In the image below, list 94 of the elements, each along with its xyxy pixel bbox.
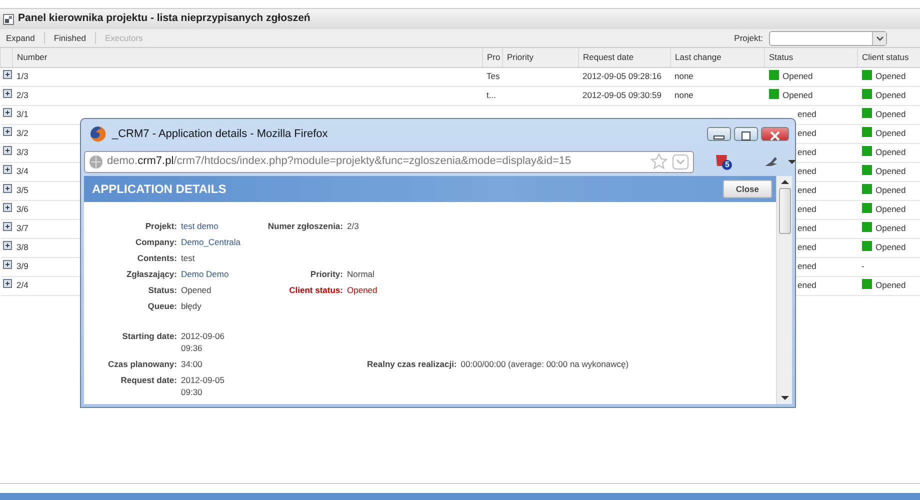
table-cell: none	[670, 86, 764, 105]
status-text: Opened	[876, 185, 906, 196]
maximize-icon	[740, 131, 752, 142]
expand-icon	[2, 89, 12, 98]
field-link[interactable]: Demo_Centrala	[181, 236, 241, 248]
status-text: Opened	[876, 242, 906, 252]
expand-icon	[2, 184, 12, 194]
column-header: Request date	[578, 48, 670, 67]
status-text: -	[862, 261, 864, 272]
status-text: Opened	[782, 71, 813, 82]
scrollbar[interactable]	[776, 176, 792, 404]
table-cell: 1/3	[12, 67, 482, 86]
field-label: Company:	[134, 236, 177, 248]
project-label: Projekt:	[734, 32, 763, 44]
status-text: Opened	[876, 109, 906, 120]
field-value: Opened	[347, 284, 378, 296]
field-label: Starting date:	[121, 330, 177, 342]
expand-icon	[2, 260, 12, 270]
expand-icon	[2, 146, 12, 156]
status-text: Opened	[782, 90, 813, 100]
status-text: Opened	[876, 71, 906, 82]
expand-icon	[2, 108, 12, 118]
status-text: ened	[798, 204, 816, 214]
expand-icon	[2, 70, 12, 80]
close-icon	[769, 131, 781, 142]
status-text: Opened	[876, 223, 906, 234]
field-label: Queue:	[146, 300, 177, 312]
address-bar[interactable]: demo.crm7.pl/crm7/htdocs/index.php?module=projekty&func=zgloszenia&mode=display&id=15	[84, 150, 694, 172]
toolbar-button[interactable]: Expand	[3, 32, 38, 44]
field-value: 2012-09-06 09:36	[181, 330, 226, 354]
status-text: ened	[798, 223, 816, 234]
browser-logo-icon	[90, 126, 106, 142]
column-header: Last change	[670, 48, 764, 67]
scroll-down-icon	[780, 394, 790, 402]
status-text: ened	[798, 109, 816, 120]
section-title: APPLICATION DETAILS	[92, 181, 226, 198]
column-header: Number	[12, 48, 482, 67]
panel-title: Panel kierownika projektu - lista nieprzypisanych zgłoszeń	[18, 11, 310, 26]
column-header: Priority	[502, 48, 578, 67]
table-cell: t...	[482, 86, 502, 105]
column-header: Status	[764, 48, 858, 67]
expand-icon	[2, 279, 12, 288]
maximize-button[interactable]	[734, 127, 758, 141]
field-label: Status:	[147, 284, 177, 296]
status-text: Opened	[876, 204, 906, 214]
close-button[interactable]: Close	[722, 180, 772, 198]
field-link[interactable]: test demo	[181, 220, 218, 232]
field-label: Projekt:	[144, 220, 177, 232]
pocket-icon	[672, 154, 689, 170]
field-value: Opened	[181, 284, 212, 296]
scroll-up-icon	[780, 178, 790, 186]
status-text: ened	[798, 166, 816, 176]
column-header: Client status	[858, 48, 920, 67]
field-label: Czas planowany:	[107, 358, 177, 370]
field-value: błędy	[181, 300, 202, 312]
field-value: 2/3	[347, 220, 360, 232]
table-cell: 2/3	[12, 86, 482, 105]
status-text: ened	[798, 128, 816, 138]
expand-icon	[2, 127, 12, 136]
minimize-button[interactable]	[707, 127, 731, 141]
status-text: ened	[798, 261, 816, 272]
window-title: _CRM7 - Application details - Mozilla Firefox	[112, 126, 328, 142]
table-cell: none	[670, 67, 764, 86]
toolbar-button[interactable]: Finished	[50, 32, 89, 44]
expand-icon	[2, 222, 12, 232]
addon-count: 5	[725, 159, 730, 171]
status-text: Opened	[876, 128, 906, 138]
expand-icon	[2, 241, 12, 250]
column-header: Pro	[482, 48, 502, 67]
table-cell: 2012-09-05 09:30:59	[578, 86, 670, 105]
status-text: ened	[798, 242, 816, 252]
field-label: Request date:	[120, 374, 177, 386]
table-cell: 2012-09-05 09:28:16	[578, 67, 670, 86]
globe-icon	[89, 154, 103, 168]
panel-icon	[3, 14, 14, 24]
field-value: 34:00	[181, 358, 204, 370]
field-value: 2012-09-05 09:30	[181, 374, 226, 398]
status-text: ened	[798, 185, 816, 196]
status-text: Opened	[876, 166, 906, 176]
status-text: Opened	[876, 280, 906, 290]
status-text: ened	[798, 147, 816, 158]
scroll-thumb[interactable]	[778, 188, 790, 234]
table-cell: Tes	[482, 67, 502, 86]
status-text: ened	[798, 280, 816, 290]
field-label: Numer zgłoszenia:	[266, 220, 343, 232]
field-label: Client status:	[288, 284, 343, 296]
status-text: Opened	[876, 90, 906, 100]
close-button[interactable]	[761, 127, 789, 141]
status-text: Opened	[876, 147, 906, 158]
star-icon	[650, 153, 668, 170]
expand-icon	[2, 165, 12, 174]
expand-icon	[2, 203, 12, 212]
field-label: Realny czas realizacji:	[367, 358, 457, 370]
field-value: 00:00/00:00 (average: 00:00 na wykonawcę)	[460, 358, 629, 370]
